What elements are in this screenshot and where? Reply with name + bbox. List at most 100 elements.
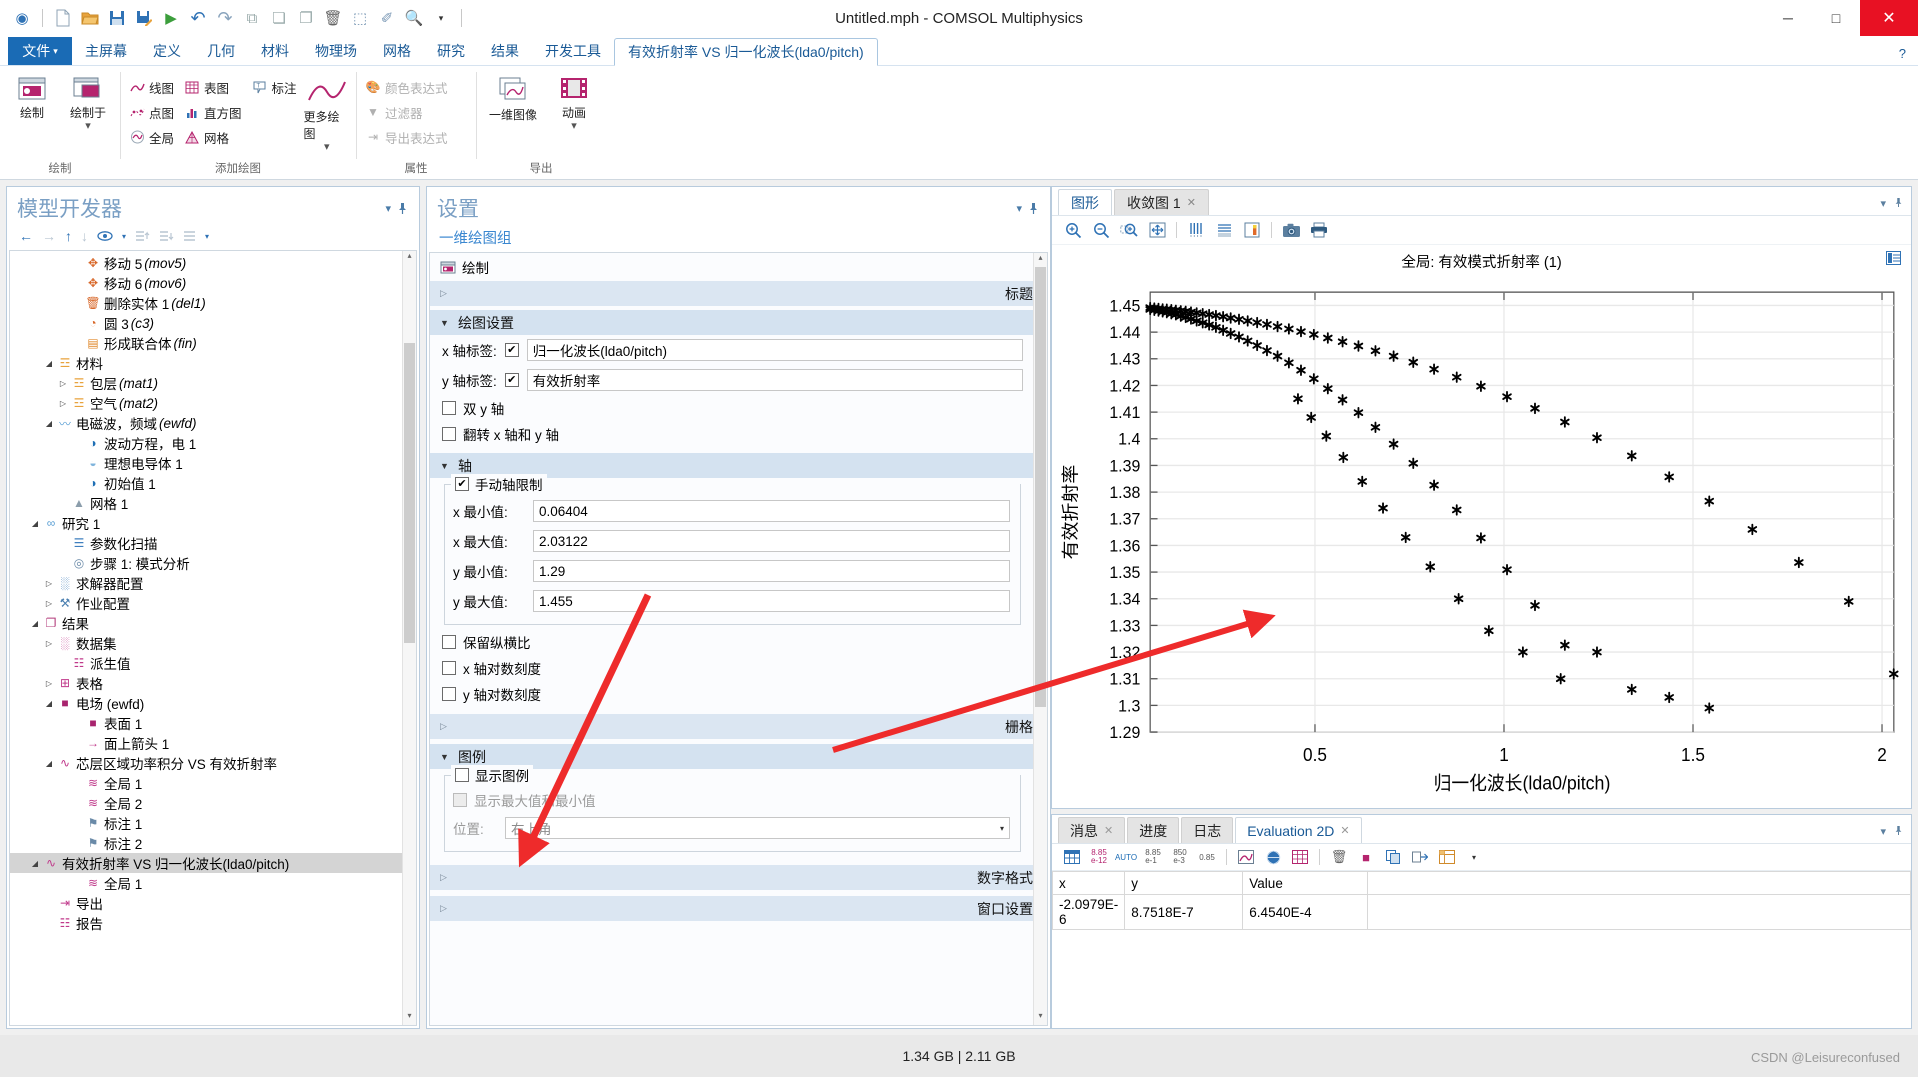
tree-node[interactable]: ◢ 〰电磁波，频域 (ewfd): [10, 413, 402, 433]
delete-row-icon[interactable]: 🗑: [1329, 847, 1349, 867]
x-max-input[interactable]: 2.03122: [533, 530, 1010, 552]
surface-table-icon[interactable]: [1290, 847, 1310, 867]
color-legend-icon[interactable]: [1241, 219, 1263, 241]
y-axis-label-checkbox[interactable]: ✔: [504, 373, 519, 387]
tab-mesh[interactable]: 网格: [370, 37, 424, 65]
tree-expand-arrow-icon[interactable]: ▷: [42, 679, 56, 688]
copy-icon[interactable]: ⧉: [240, 6, 264, 30]
tree-node[interactable]: ☰ 参数化扫描: [10, 533, 402, 553]
grid-vertical-icon[interactable]: [1185, 219, 1207, 241]
tab-messages[interactable]: 消息 ✕: [1058, 817, 1126, 843]
clear-selection-icon[interactable]: ✐: [375, 6, 399, 30]
tree-expand-arrow-icon[interactable]: ◢: [42, 759, 56, 768]
tab-evaluation-2d-close-icon[interactable]: ✕: [1340, 824, 1349, 837]
undo-icon[interactable]: ↶: [186, 6, 210, 30]
plot-table-icon[interactable]: [1236, 847, 1256, 867]
node-list-dropdown-icon[interactable]: ▾: [205, 232, 209, 241]
manual-axis-limits-checkbox[interactable]: ✔: [455, 477, 469, 491]
plot-in-button[interactable]: 绘制于 ▾: [62, 70, 114, 132]
x-log-checkbox[interactable]: [442, 661, 456, 675]
more-plots-button[interactable]: 更多绘图 ▾: [304, 70, 350, 153]
two-y-axes-checkbox[interactable]: [442, 401, 456, 415]
redo-icon[interactable]: ↷: [213, 6, 237, 30]
more-plots-dropdown-icon[interactable]: ▾: [324, 142, 330, 153]
preserve-aspect-row[interactable]: 保留纵横比: [430, 629, 1033, 655]
tree-expand-arrow-icon[interactable]: ◢: [28, 859, 42, 868]
two-y-axes-row[interactable]: 双 y 轴: [430, 395, 1033, 421]
expand-tree-icon[interactable]: [135, 230, 150, 242]
settings-pin-icon[interactable]: [1025, 202, 1042, 215]
qat-dropdown-icon[interactable]: ▾: [429, 6, 453, 30]
results-collapse-icon[interactable]: ▾: [1880, 825, 1886, 838]
tree-node[interactable]: ▷ ☲ 包层 (mat1): [10, 373, 402, 393]
duplicate-icon[interactable]: ❐: [294, 6, 318, 30]
x-axis-label-input[interactable]: 归一化波长(lda0/pitch): [526, 339, 1023, 361]
tree-node[interactable]: ▤ 形成联合体 (fin): [10, 333, 402, 353]
line-plot-button[interactable]: 线图: [126, 76, 177, 98]
move-up-icon[interactable]: ↑: [65, 228, 72, 244]
run-icon[interactable]: ▶: [159, 6, 183, 30]
tree-node[interactable]: ▷ ░ 数据集: [10, 633, 402, 653]
show-dropdown-icon[interactable]: ▾: [122, 232, 126, 241]
save-icon[interactable]: [105, 6, 129, 30]
file-menu-button[interactable]: 文件 ▾: [8, 37, 72, 65]
tree-expand-arrow-icon[interactable]: ◢: [42, 699, 56, 708]
scientific-format-icon[interactable]: 850 e-3: [1170, 847, 1190, 867]
show-legend-checkbox[interactable]: [455, 768, 469, 782]
results-pin-icon[interactable]: [1894, 825, 1903, 838]
tree-expand-arrow-icon[interactable]: ◢: [42, 419, 56, 428]
table-row[interactable]: -2.0979E-6 8.7518E-7 6.4540E-4: [1052, 894, 1911, 930]
model-tree-scrollbar[interactable]: ▴ ▾: [402, 251, 416, 1025]
global-plot-button[interactable]: 全局: [126, 126, 177, 148]
tree-node[interactable]: ≋ 全局 1: [10, 773, 402, 793]
back-icon[interactable]: ←: [19, 228, 33, 244]
settings-plot-button[interactable]: 绘制: [430, 253, 1033, 281]
y-max-input[interactable]: 1.455: [533, 590, 1010, 612]
node-list-icon[interactable]: [183, 230, 196, 242]
tab-home[interactable]: 主屏幕: [72, 37, 140, 65]
plot-button[interactable]: 绘制: [6, 70, 58, 121]
tree-node[interactable]: ✥ 移动 6 (mov6): [10, 273, 402, 293]
tree-node[interactable]: ◔ 圆 3 (c3): [10, 313, 402, 333]
tab-results[interactable]: 结果: [478, 37, 532, 65]
tab-graphics[interactable]: 图形: [1058, 189, 1112, 215]
tab-log[interactable]: 日志: [1181, 817, 1234, 843]
tab-progress[interactable]: 进度: [1127, 817, 1180, 843]
tree-node[interactable]: ☷ 报告: [10, 913, 402, 933]
paste-icon[interactable]: ❏: [267, 6, 291, 30]
copy-table-icon[interactable]: [1383, 847, 1403, 867]
tree-node[interactable]: ◢ ∞ 研究 1: [10, 513, 402, 533]
histogram-button[interactable]: 直方图: [181, 101, 245, 123]
zoom-out-icon[interactable]: [1090, 219, 1112, 241]
tab-convergence-plot[interactable]: 收敛图 1 ✕: [1114, 189, 1209, 215]
evaluation-table[interactable]: x y Value -2.0979E-6 8.7518E-7 6.4540E-4: [1052, 871, 1911, 1028]
export-expression-button[interactable]: ⇥ 导出表达式: [362, 126, 451, 148]
tab-messages-close-icon[interactable]: ✕: [1104, 824, 1113, 837]
tree-node[interactable]: ◢ ❐ 结果: [10, 613, 402, 633]
tab-geometry[interactable]: 几何: [194, 37, 248, 65]
section-grid[interactable]: ▷ 栅格: [430, 714, 1033, 739]
table-format-icon[interactable]: [1437, 847, 1457, 867]
show-icon[interactable]: [97, 230, 113, 242]
table-dropdown-icon[interactable]: ▾: [1464, 847, 1484, 867]
plot-in-dropdown-icon[interactable]: ▾: [85, 121, 91, 132]
tree-node[interactable]: ⇥ 导出: [10, 893, 402, 913]
delete-icon[interactable]: 🗑: [321, 6, 345, 30]
model-builder-pin-icon[interactable]: [394, 202, 411, 215]
legend-position-select[interactable]: 右上角 ▾: [505, 817, 1010, 839]
tab-evaluation-2d[interactable]: Evaluation 2D ✕: [1235, 817, 1362, 843]
tree-node[interactable]: ✥ 移动 5 (mov5): [10, 253, 402, 273]
derived-value-icon[interactable]: 8.85 e-12: [1089, 847, 1109, 867]
animation-dropdown-icon[interactable]: ▾: [571, 121, 577, 132]
tab-physics[interactable]: 物理场: [302, 37, 370, 65]
new-icon[interactable]: [51, 6, 75, 30]
zoom-in-icon[interactable]: [1062, 219, 1084, 241]
x-log-row[interactable]: x 轴对数刻度: [430, 655, 1033, 681]
maximize-button[interactable]: □: [1812, 0, 1860, 36]
section-number-format[interactable]: ▷ 数字格式: [430, 865, 1033, 890]
scroll-up-icon[interactable]: ▴: [403, 251, 416, 265]
help-icon[interactable]: ?: [1899, 46, 1906, 61]
tree-node[interactable]: ◎ 步骤 1: 模式分析: [10, 553, 402, 573]
tree-node[interactable]: ◢ ∿ 有效折射率 VS 归一化波长(lda0/pitch): [10, 853, 402, 873]
tree-node[interactable]: ▷ ░ 求解器配置: [10, 573, 402, 593]
